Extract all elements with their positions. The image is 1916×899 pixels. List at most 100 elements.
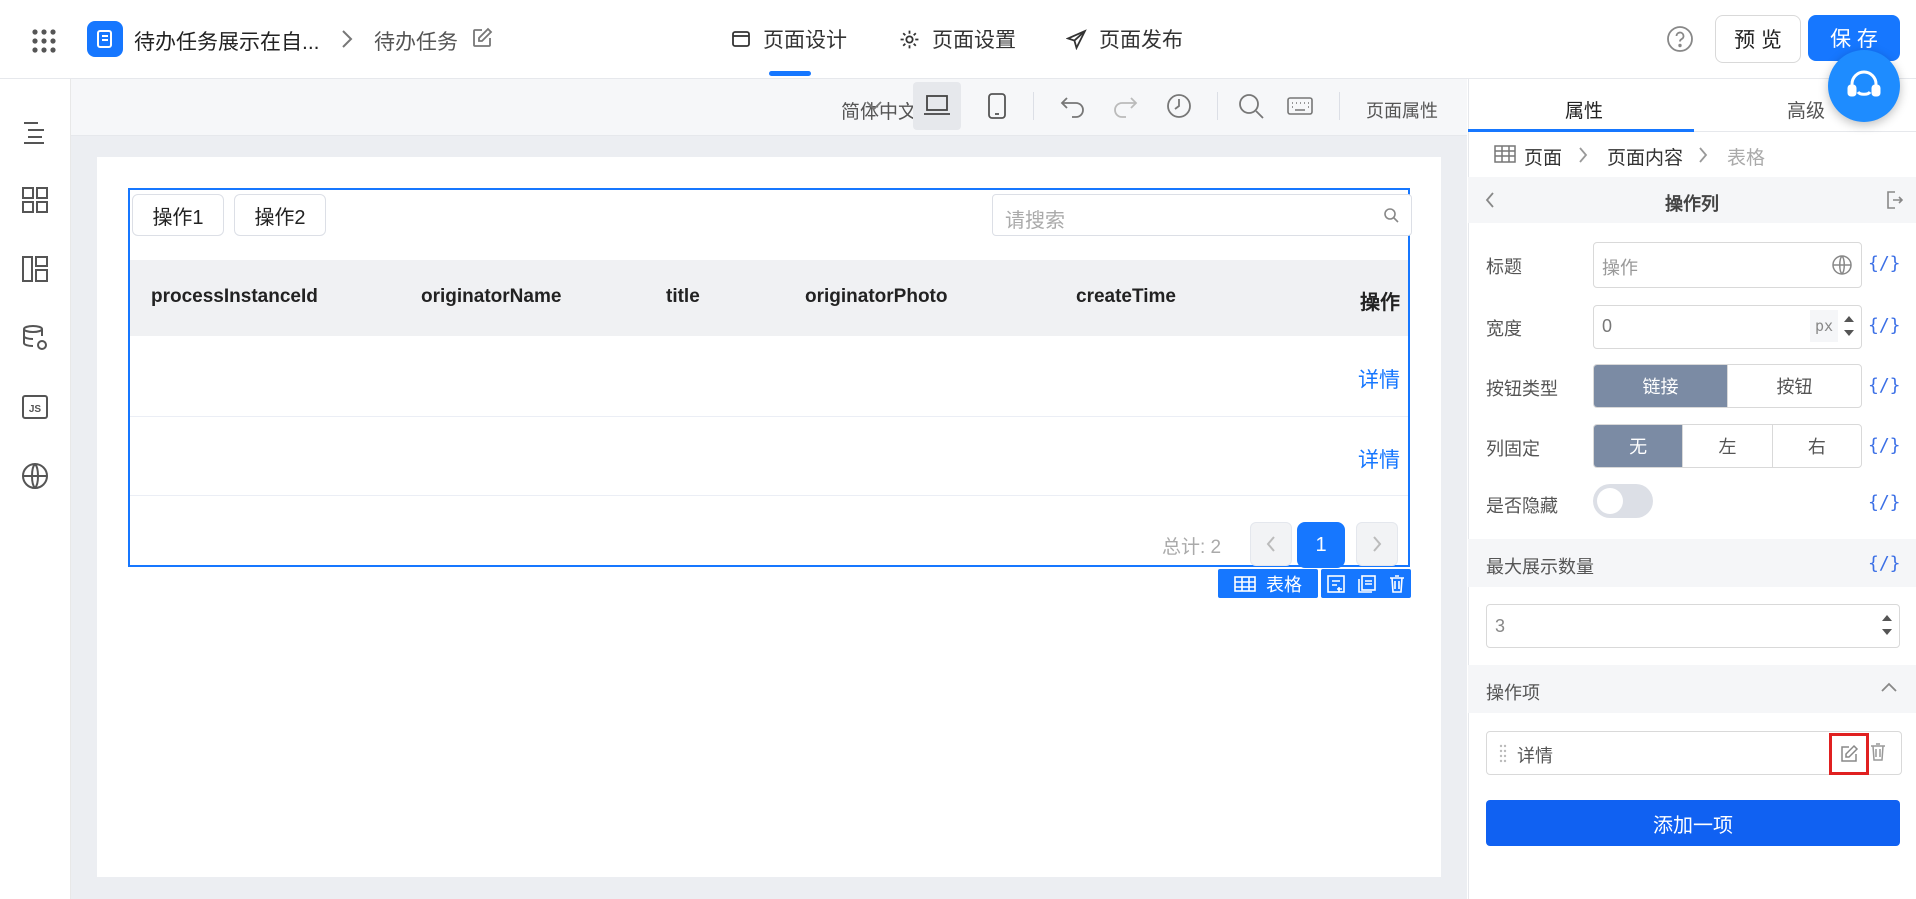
copy-icon[interactable] — [1357, 574, 1377, 594]
current-page-button[interactable]: 1 — [1297, 522, 1345, 568]
data-source-icon[interactable] — [20, 323, 50, 353]
apps-grid-icon[interactable] — [31, 28, 57, 54]
option-none[interactable]: 无 — [1594, 425, 1683, 467]
section-title: 操作列 — [1665, 194, 1719, 214]
undo-icon[interactable] — [1059, 94, 1087, 118]
components-grid-icon[interactable] — [20, 185, 50, 215]
component-tag[interactable]: 表格 — [1218, 569, 1318, 598]
table-icon — [1234, 575, 1256, 592]
width-input[interactable]: 0 px — [1593, 305, 1862, 349]
breadcrumb-page[interactable]: 页面 — [1524, 143, 1562, 170]
ops-item: 详情 — [1486, 731, 1902, 775]
column-fixed-segmented: 无 左 右 — [1593, 424, 1862, 468]
expression-button[interactable]: {/} — [1868, 435, 1901, 456]
stepper-arrows-icon[interactable] — [1843, 310, 1855, 342]
globe-icon[interactable] — [1831, 254, 1853, 276]
option-right[interactable]: 右 — [1771, 425, 1861, 467]
history-icon[interactable] — [1165, 92, 1193, 120]
column-header: processInstanceId — [151, 286, 318, 307]
ops-item-label: 详情 — [1517, 746, 1553, 766]
row-divider — [130, 416, 1408, 417]
help-icon[interactable] — [1666, 25, 1694, 53]
chevron-right-icon — [340, 28, 354, 50]
column-header: createTime — [1076, 286, 1176, 307]
back-icon[interactable] — [1484, 190, 1496, 210]
tab-page-design-label: 页面设计 — [763, 29, 847, 52]
toggle-knob — [1597, 488, 1623, 514]
component-tag-label: 表格 — [1266, 574, 1302, 595]
active-tab-indicator — [1468, 129, 1694, 132]
toolbar-divider — [1217, 92, 1218, 120]
option-left[interactable]: 左 — [1682, 425, 1771, 467]
globe-icon[interactable] — [20, 461, 50, 491]
drag-handle-icon[interactable] — [1499, 743, 1507, 763]
tab-page-design[interactable]: 页面设计 — [731, 24, 847, 54]
tab-page-publish[interactable]: 页面发布 — [1066, 24, 1183, 54]
button-type-segmented: 链接 按钮 — [1593, 364, 1862, 408]
stepper-arrows-icon[interactable] — [1881, 609, 1893, 641]
title-label: 标题 — [1486, 257, 1522, 277]
tab-page-settings-label: 页面设置 — [932, 29, 1016, 52]
chevron-down-icon[interactable] — [865, 99, 883, 113]
chevron-up-icon[interactable] — [1880, 681, 1898, 693]
add-item-button[interactable]: 添加一项 — [1486, 800, 1900, 846]
breadcrumb-page-content[interactable]: 页面内容 — [1607, 143, 1683, 170]
tab-page-settings[interactable]: 页面设置 — [899, 24, 1016, 54]
column-header: 操作 — [1360, 292, 1400, 314]
width-label: 宽度 — [1486, 319, 1522, 339]
edit-icon[interactable] — [471, 27, 493, 49]
title-input[interactable]: 操作 — [1593, 242, 1862, 288]
search-icon[interactable] — [1237, 92, 1265, 120]
active-tab-indicator — [769, 71, 811, 76]
detail-link[interactable]: 详情 — [1358, 444, 1400, 474]
column-header: title — [666, 286, 700, 307]
toolbar-divider — [1339, 92, 1340, 120]
prev-page-button[interactable] — [1250, 522, 1292, 566]
action-2-button[interactable]: 操作2 — [234, 194, 326, 236]
tab-page-publish-label: 页面发布 — [1099, 29, 1183, 52]
breadcrumb-table: 表格 — [1727, 148, 1766, 169]
add-above-icon[interactable] — [1326, 574, 1346, 594]
trash-icon[interactable] — [1869, 742, 1887, 762]
table-icon — [1494, 145, 1516, 163]
edit-icon[interactable] — [1829, 733, 1869, 775]
detail-link[interactable]: 详情 — [1358, 364, 1400, 394]
hidden-toggle[interactable] — [1593, 484, 1653, 518]
action-1-button[interactable]: 操作1 — [132, 194, 224, 236]
component-actions — [1321, 569, 1411, 598]
expression-button[interactable]: {/} — [1868, 375, 1901, 396]
expression-button[interactable]: {/} — [1868, 492, 1901, 513]
app-logo-icon — [87, 21, 123, 57]
expression-button[interactable]: {/} — [1868, 315, 1901, 336]
send-icon — [1066, 28, 1087, 50]
exit-icon[interactable] — [1885, 190, 1903, 210]
keyboard-icon[interactable] — [1286, 95, 1314, 117]
next-page-button[interactable] — [1356, 522, 1398, 566]
redo-icon[interactable] — [1111, 94, 1139, 118]
option-link[interactable]: 链接 — [1594, 365, 1727, 407]
app-title[interactable]: 待办任务展示在自... — [134, 26, 320, 56]
laptop-icon — [923, 93, 951, 117]
total-count: 总计: 2 — [1162, 537, 1222, 558]
max-display-input[interactable]: 3 — [1486, 604, 1900, 648]
assistant-icon[interactable] — [1828, 50, 1900, 122]
js-code-icon[interactable]: JS — [20, 392, 50, 422]
ops-label: 操作项 — [1486, 683, 1540, 703]
preview-button[interactable]: 预 览 — [1715, 15, 1801, 63]
option-button[interactable]: 按钮 — [1727, 365, 1861, 407]
layout-icon[interactable] — [20, 254, 50, 284]
tab-advanced[interactable]: 高级 — [1787, 96, 1825, 123]
table-component[interactable]: 操作1 操作2 请搜索 processInstanceId originator… — [128, 188, 1412, 568]
page-properties-button[interactable]: 页面属性 — [1366, 97, 1438, 123]
outline-tree-icon[interactable] — [20, 117, 50, 147]
delete-icon[interactable] — [1388, 574, 1406, 594]
table-search-input[interactable]: 请搜索 — [992, 194, 1412, 236]
mobile-view-icon[interactable] — [987, 92, 1007, 120]
gear-icon — [899, 29, 920, 50]
expression-button[interactable]: {/} — [1868, 253, 1901, 274]
column-fixed-label: 列固定 — [1486, 439, 1540, 459]
window-icon — [731, 29, 751, 49]
max-display-label: 最大展示数量 — [1486, 557, 1594, 577]
expression-button[interactable]: {/} — [1868, 553, 1901, 574]
tab-properties[interactable]: 属性 — [1565, 96, 1603, 123]
